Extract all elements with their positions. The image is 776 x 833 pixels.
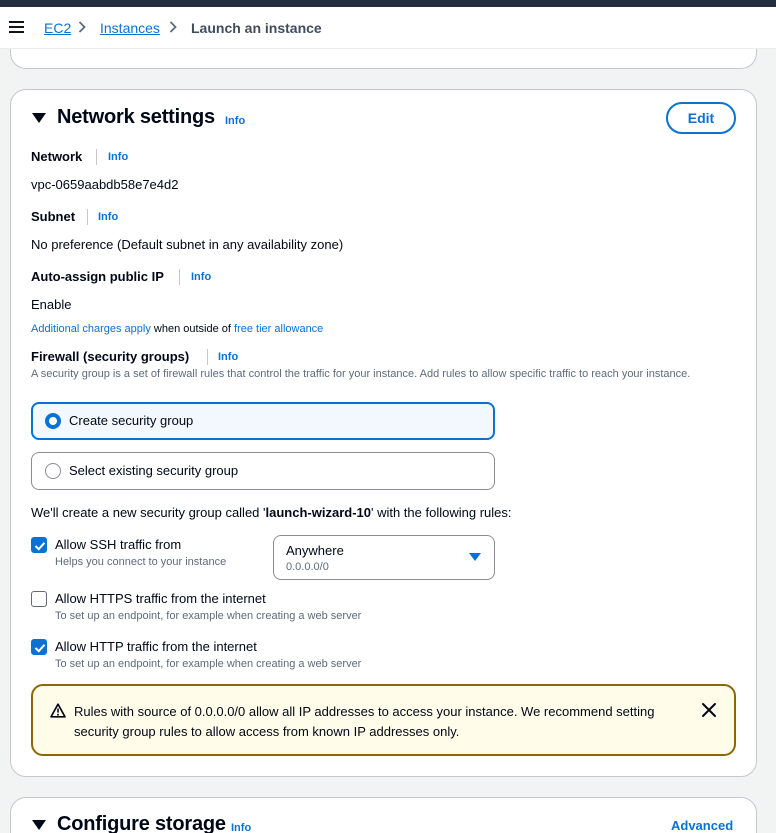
top-bar — [0, 0, 776, 7]
radio-label: Select existing security group — [69, 463, 239, 478]
info-link[interactable]: Info — [225, 115, 245, 127]
network-value: vpc-0659aabdb58e7e4d2 — [31, 177, 179, 192]
edit-button[interactable]: Edit — [666, 102, 736, 134]
radio-create-security-group[interactable]: Create security group — [31, 402, 495, 440]
breadcrumb-instances[interactable]: Instances — [100, 20, 160, 36]
create-sg-suffix: ' with the following rules: — [370, 505, 512, 520]
http-checkbox[interactable] — [31, 639, 47, 655]
ssh-source-select[interactable]: Anywhere 0.0.0.0/0 — [273, 535, 495, 580]
https-rule-desc: To set up an endpoint, for example when … — [55, 610, 362, 622]
divider — [96, 149, 97, 165]
divider — [207, 349, 208, 365]
chevron-right-icon — [169, 21, 177, 33]
warning-icon — [50, 703, 66, 718]
subnet-label: Subnet — [31, 209, 76, 224]
auto-ip-info-link[interactable]: Info — [191, 271, 211, 283]
caret-down-icon — [469, 553, 481, 561]
ssh-source-value: Anywhere — [286, 543, 344, 558]
warning-alert: Rules with source of 0.0.0.0/0 allow all… — [31, 684, 736, 756]
check-icon — [34, 644, 46, 653]
chevron-right-icon — [78, 21, 86, 33]
subnet-info-link[interactable]: Info — [98, 211, 118, 223]
free-tier-link[interactable]: free tier allowance — [234, 323, 323, 335]
breadcrumb-current: Launch an instance — [191, 20, 322, 36]
storage-info-link[interactable]: Info — [231, 822, 251, 833]
additional-charges-link[interactable]: Additional charges apply — [31, 323, 151, 335]
radio-button[interactable] — [45, 413, 61, 429]
breadcrumb: EC2 Instances Launch an instance — [0, 7, 776, 49]
divider — [87, 209, 88, 225]
breadcrumb-ec2[interactable]: EC2 — [44, 20, 71, 36]
auto-ip-label: Auto-assign public IP — [31, 269, 164, 284]
ssh-source-cidr: 0.0.0.0/0 — [286, 561, 329, 573]
network-label: Network — [31, 149, 83, 164]
menu-icon[interactable] — [9, 21, 25, 35]
section-title-network: Network settings — [57, 106, 215, 128]
divider — [179, 269, 180, 285]
radio-label: Create security group — [69, 413, 194, 428]
firewall-description: A security group is a set of firewall ru… — [31, 368, 691, 380]
close-icon[interactable] — [700, 701, 718, 719]
https-checkbox[interactable] — [31, 591, 47, 607]
collapse-caret-icon[interactable] — [32, 113, 46, 123]
radio-select-existing-security-group[interactable]: Select existing security group — [31, 452, 495, 490]
firewall-label: Firewall (security groups) — [31, 349, 190, 364]
create-sg-text: We'll create a new security group called… — [31, 505, 511, 520]
ssh-rule-label: Allow SSH traffic from — [55, 537, 182, 552]
radio-button[interactable] — [45, 463, 61, 479]
charges-note-text: when outside of — [150, 323, 235, 335]
firewall-info-link[interactable]: Info — [218, 351, 238, 363]
section-title-storage: Configure storage — [57, 813, 226, 833]
http-rule-label: Allow HTTP traffic from the internet — [55, 639, 257, 654]
subnet-value: No preference (Default subnet in any ava… — [31, 237, 344, 252]
ssh-rule-desc: Helps you connect to your instance — [55, 556, 227, 568]
security-group-name: launch-wizard-10 — [265, 505, 371, 520]
advanced-button[interactable]: Advanced — [671, 818, 733, 833]
check-icon — [34, 542, 46, 551]
auto-ip-value: Enable — [31, 297, 72, 312]
http-rule-desc: To set up an endpoint, for example when … — [55, 658, 362, 670]
network-info-link[interactable]: Info — [108, 151, 128, 163]
ssh-checkbox[interactable] — [31, 537, 47, 553]
collapse-caret-icon[interactable] — [32, 820, 46, 830]
charges-note: Additional charges apply when outside of… — [31, 323, 323, 335]
https-rule-label: Allow HTTPS traffic from the internet — [55, 591, 266, 606]
warning-text: Rules with source of 0.0.0.0/0 allow all… — [74, 704, 655, 739]
create-sg-prefix: We'll create a new security group called… — [31, 505, 266, 520]
